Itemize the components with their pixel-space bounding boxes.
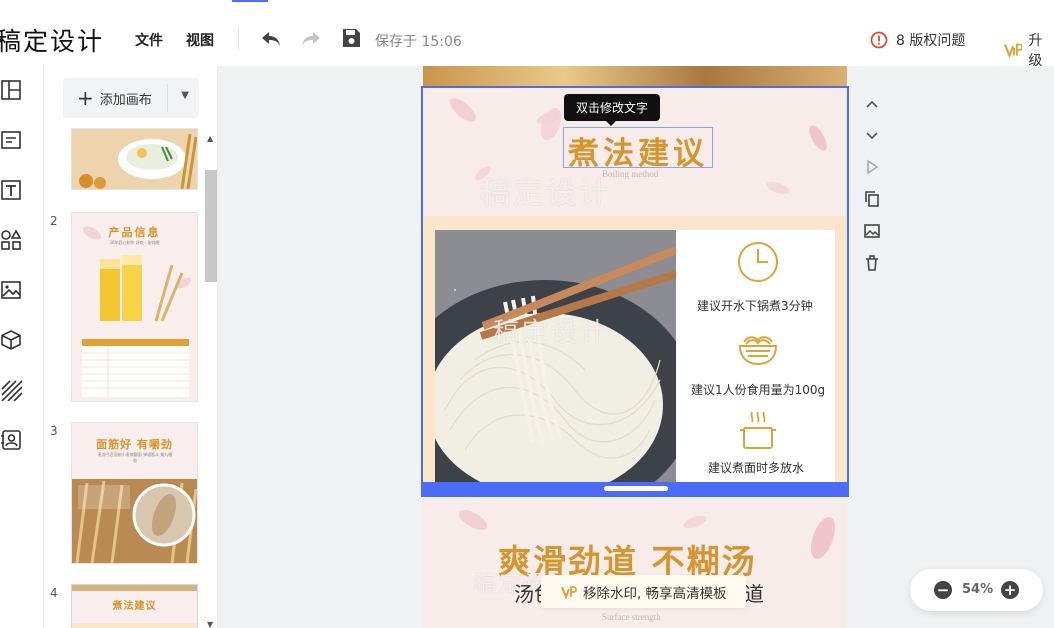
next-slide-footer[interactable]: Surface strength (602, 612, 661, 622)
trash-icon[interactable] (862, 253, 882, 273)
background-image-icon[interactable] (862, 221, 882, 241)
scroll-up-arrow[interactable]: ▲ (207, 134, 213, 143)
plus-icon: + (77, 86, 94, 110)
menu-file[interactable]: 文件 (135, 30, 163, 50)
remove-watermark-banner[interactable]: 移除水印, 畅享高清模板 (541, 575, 746, 608)
app-logo[interactable]: 稿定设计 (0, 22, 104, 58)
page-thumbnail-1[interactable] (71, 128, 198, 190)
chevron-up-icon[interactable] (862, 94, 882, 114)
scroll-down-arrow[interactable]: ▼ (207, 620, 213, 628)
previous-slide-edge[interactable] (423, 66, 847, 88)
undo-icon[interactable] (259, 26, 283, 50)
image-icon[interactable] (0, 279, 22, 301)
save-icon[interactable] (339, 26, 363, 50)
redo-icon[interactable] (299, 26, 323, 50)
scrollbar-thumb[interactable] (205, 170, 217, 282)
warning-icon (870, 31, 888, 49)
play-icon[interactable] (862, 157, 882, 177)
page-3-title: 面筋好 有嚼劲 (96, 438, 173, 451)
copy-icon[interactable] (862, 189, 882, 209)
page-number-4: 4 (50, 586, 58, 600)
background-pattern-icon[interactable] (0, 379, 22, 401)
thumbnail-image (72, 129, 197, 189)
text-icon[interactable] (0, 179, 22, 201)
tool-rail (0, 66, 44, 628)
my-uploads-icon[interactable] (0, 429, 22, 451)
add-canvas-button[interactable]: + 添加画布 ▼ (63, 78, 199, 118)
page-2-subtitle: 36年匠心制作 好吃 · 耐炖煮 (109, 240, 160, 245)
upgrade-label: 升级 (1028, 33, 1043, 69)
vip-icon (1004, 43, 1023, 59)
page-3-subtitle: 麦流弓匠面制小麦穿翻面 弹道筋斗 美丸嚼劲 (97, 452, 173, 463)
text-template-icon[interactable] (0, 129, 22, 151)
zoom-control: − 54% + (910, 569, 1043, 611)
copyright-issues-button[interactable]: 8 版权问题 (870, 30, 965, 50)
resize-handle[interactable] (604, 486, 668, 491)
copyright-issues-label: 8 版权问题 (896, 33, 966, 49)
save-status: 保存于 15:06 (375, 34, 462, 50)
vip-icon (561, 585, 577, 599)
next-slide-text-right[interactable]: 道 (744, 578, 764, 607)
zoom-level[interactable]: 54% (962, 582, 993, 597)
3d-cube-icon[interactable] (0, 329, 22, 351)
page-number-2: 2 (50, 214, 58, 228)
page-selection-frame (421, 86, 849, 497)
zoom-in-button[interactable]: + (1001, 581, 1019, 599)
zoom-out-button[interactable]: − (934, 581, 952, 599)
divider (238, 28, 239, 50)
pages-panel: + 添加画布 ▼ 2 产品信息 36年匠心制作 好吃 · 耐炖煮 3 面筋好 有… (44, 66, 218, 628)
tab-indicator (232, 0, 268, 2)
page-resize-bar[interactable] (423, 482, 847, 497)
page-4-title: 煮法建议 (112, 601, 157, 612)
chevron-down-icon[interactable]: ▼ (181, 90, 189, 101)
page-number-3: 3 (50, 424, 58, 438)
page-2-title: 产品信息 (108, 226, 161, 239)
remove-watermark-label: 移除水印, 畅享高清模板 (583, 585, 727, 602)
upgrade-button[interactable]: 升级 (1004, 30, 1054, 70)
elements-icon[interactable] (0, 229, 22, 251)
divider (167, 84, 168, 112)
template-icon[interactable] (0, 79, 22, 101)
add-canvas-label: 添加画布 (99, 92, 152, 108)
chevron-down-icon[interactable] (862, 125, 882, 145)
menu-view[interactable]: 视图 (186, 30, 214, 50)
